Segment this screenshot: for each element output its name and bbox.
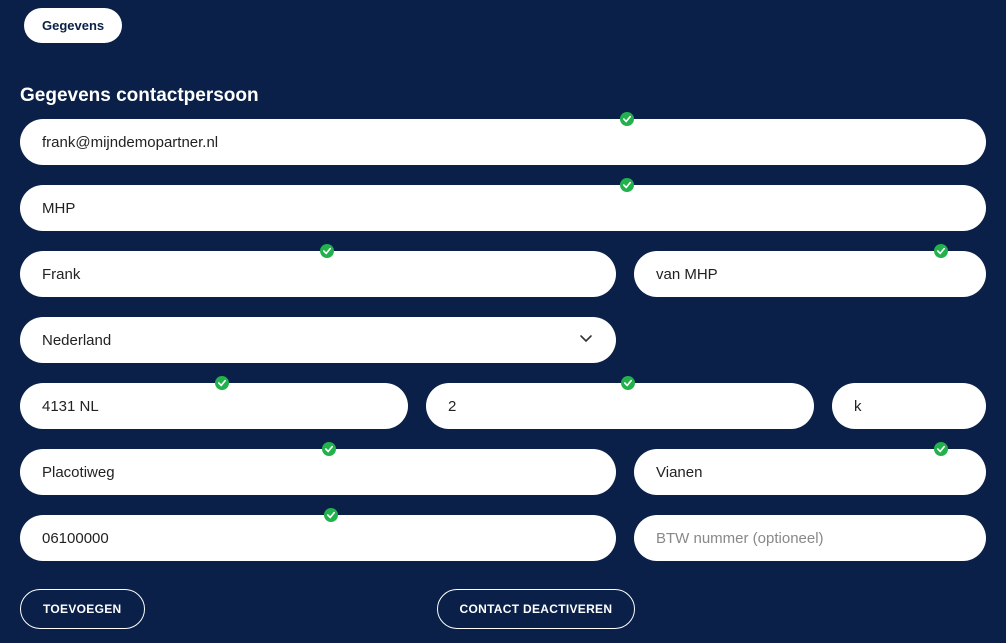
vat-field[interactable] (634, 515, 986, 561)
country-value: Nederland (42, 332, 111, 349)
check-icon (322, 442, 336, 456)
city-field[interactable] (634, 449, 986, 495)
housenumber-suffix-field[interactable] (832, 383, 986, 429)
contact-form: Nederland (20, 119, 986, 629)
lastname-field[interactable] (634, 251, 986, 297)
check-icon (934, 442, 948, 456)
chevron-down-icon (578, 330, 594, 350)
tab-label: Gegevens (42, 18, 104, 33)
deactivate-contact-button[interactable]: CONTACT DEACTIVEREN (437, 589, 636, 629)
check-icon (324, 508, 338, 522)
tab-gegevens[interactable]: Gegevens (24, 8, 122, 43)
check-icon (621, 376, 635, 390)
phone-field[interactable] (20, 515, 616, 561)
street-field[interactable] (20, 449, 616, 495)
check-icon (934, 244, 948, 258)
check-icon (620, 178, 634, 192)
add-button[interactable]: TOEVOEGEN (20, 589, 145, 629)
country-select[interactable]: Nederland (20, 317, 616, 363)
company-field[interactable] (20, 185, 986, 231)
firstname-field[interactable] (20, 251, 616, 297)
check-icon (215, 376, 229, 390)
section-title: Gegevens contactpersoon (20, 85, 986, 107)
check-icon (620, 112, 634, 126)
check-icon (320, 244, 334, 258)
email-field[interactable] (20, 119, 986, 165)
housenumber-field[interactable] (426, 383, 814, 429)
postal-field[interactable] (20, 383, 408, 429)
